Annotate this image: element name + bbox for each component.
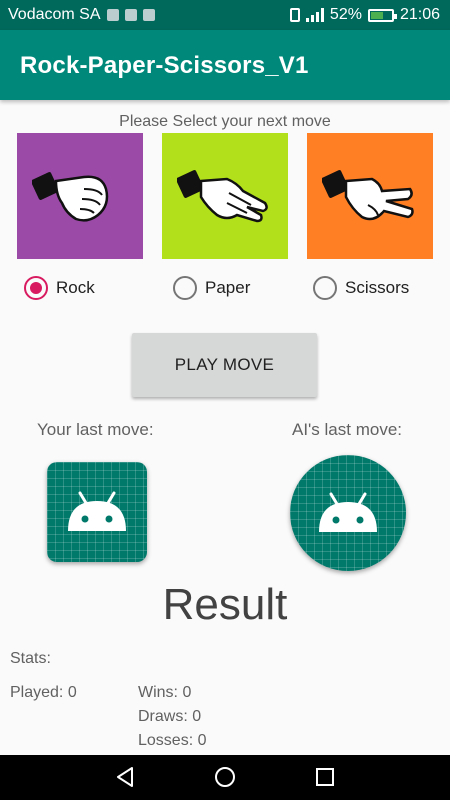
stats-title: Stats: xyxy=(10,650,51,667)
your-last-move-label: Your last move: xyxy=(37,420,154,439)
your-last-move-image xyxy=(47,462,147,562)
home-icon[interactable] xyxy=(213,765,237,789)
stats-wins: Wins: 0 xyxy=(138,684,192,701)
signal-icon xyxy=(305,8,324,22)
stats-losses: Losses: 0 xyxy=(138,732,207,749)
result-text: Result xyxy=(162,580,288,629)
android-icon xyxy=(319,492,377,532)
vibrate-icon xyxy=(289,8,300,22)
recents-icon[interactable] xyxy=(313,765,337,789)
radio-rock-indicator[interactable] xyxy=(24,276,48,300)
navigation-bar xyxy=(0,755,450,800)
radio-rock-label: Rock xyxy=(56,278,95,297)
radio-paper[interactable]: Paper xyxy=(173,276,250,300)
ai-last-move-label: AI's last move: xyxy=(292,420,403,439)
shield-icon xyxy=(142,9,155,21)
image-icon xyxy=(124,9,137,21)
back-icon[interactable] xyxy=(113,765,137,789)
rock-hand-icon xyxy=(32,172,109,222)
play-move-button[interactable]: PLAY MOVE xyxy=(132,333,317,397)
scissors-hand-icon xyxy=(322,170,414,221)
radio-scissors[interactable]: Scissors xyxy=(313,276,409,300)
app-bar: Rock-Paper-Scissors_V1 xyxy=(0,30,450,100)
paper-hand-icon xyxy=(177,170,268,223)
radio-paper-indicator[interactable] xyxy=(173,276,197,300)
paper-tile[interactable] xyxy=(162,133,288,259)
stats-played: Played: 0 xyxy=(10,684,77,701)
radio-scissors-label: Scissors xyxy=(345,278,410,297)
battery-icon xyxy=(367,8,397,22)
radio-scissors-indicator[interactable] xyxy=(313,276,337,300)
carrier-name: Vodacom SA xyxy=(8,6,101,23)
move-prompt: Please Select your next move xyxy=(119,113,331,130)
battery-percent: 52% xyxy=(329,6,362,23)
radio-rock[interactable]: Rock xyxy=(24,276,95,300)
status-bar: Vodacom SA 52% 21:06 xyxy=(0,0,450,30)
android-icon xyxy=(68,491,126,531)
clock: 21:06 xyxy=(399,6,440,23)
bluetooth-icon xyxy=(106,9,119,21)
ai-last-move-image xyxy=(290,455,406,571)
stats-draws: Draws: 0 xyxy=(138,708,202,725)
app-title: Rock-Paper-Scissors_V1 xyxy=(20,52,309,79)
scissors-tile[interactable] xyxy=(307,133,433,259)
radio-paper-label: Paper xyxy=(205,278,251,297)
rock-tile[interactable] xyxy=(17,133,143,259)
